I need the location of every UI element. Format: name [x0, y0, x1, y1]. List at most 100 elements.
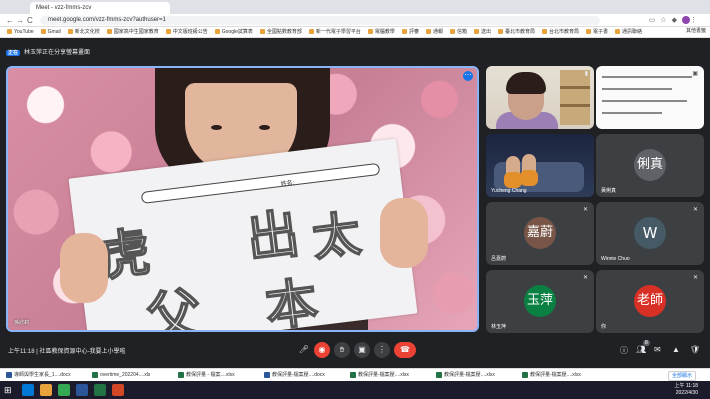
other-bookmarks[interactable]: 其他書籤 [686, 27, 706, 34]
download-item[interactable]: 教保評量 - 檔案....xlsx [178, 369, 235, 381]
file-icon [178, 371, 184, 378]
download-item[interactable]: 教保評量-檔案壓....xlsx [350, 369, 409, 381]
worksheet-character: 父 [142, 280, 207, 332]
extensions-icon[interactable]: ◆ [672, 17, 682, 24]
clock-time: 上午 11:18 [674, 383, 698, 389]
back-button[interactable]: ← [6, 16, 14, 25]
avatar: 俐真 [634, 148, 666, 181]
leave-call-button[interactable]: ☎︎ [394, 342, 416, 358]
bookmark-item[interactable]: 台北市教育局 [542, 27, 579, 37]
file-explorer-icon[interactable] [40, 384, 52, 396]
tile-self[interactable]: 老師 ✕ 你 [596, 270, 704, 333]
chat-icon[interactable]: ✉︎ [654, 345, 661, 354]
bookmark-icon [473, 29, 479, 35]
bookmark-icon [401, 29, 407, 35]
bookmark-item[interactable]: Google試算表 [214, 27, 253, 37]
mic-muted-icon: ✕ [582, 207, 588, 213]
tile-name: 林玉萍 [491, 324, 507, 330]
tile-yucheng[interactable]: Yucheng Chang [486, 134, 594, 197]
download-item[interactable]: overtime_202204....xls [92, 369, 150, 381]
download-filename: 導師與學生家長_1....docx [14, 372, 71, 378]
bookmark-icon [586, 29, 592, 35]
meeting-details-icon[interactable]: ⓘ [620, 345, 628, 356]
system-clock[interactable]: 上午 11:18 2022/4/30 [674, 383, 698, 397]
doc-line [602, 100, 687, 102]
bookmark-item[interactable]: 送出 [473, 27, 491, 37]
bookmark-label: 電腦教學 [374, 29, 395, 35]
bookmark-item[interactable]: 評審 [401, 27, 419, 37]
tile-lu[interactable]: 嘉蔚 ✕ 呂嘉蔚 [486, 202, 594, 265]
people-icon[interactable]: 👥︎ [636, 345, 646, 354]
profile-avatar[interactable] [682, 16, 690, 25]
tile-teacher-video[interactable]: ▮ [486, 66, 594, 129]
bookmark-item[interactable]: 臺北市教育局 [498, 27, 535, 37]
bookmark-item[interactable]: 信箱 [449, 27, 467, 37]
windows-start-icon[interactable]: ⊞ [4, 385, 12, 395]
avatar: 老師 [634, 284, 666, 317]
tile-options-icon[interactable]: ⋯ [463, 71, 473, 81]
present-screen-button[interactable]: ▣ [354, 342, 370, 358]
eye-right [259, 125, 270, 130]
download-filename: 教保評量-檔案壓....docx [272, 372, 325, 378]
tile-winnie[interactable]: W ✕ Winnie Chuo [596, 202, 704, 265]
raise-hand-button[interactable]: ✋︎ [334, 342, 350, 358]
url-field[interactable]: meet.google.com/vzz-fmms-zcv?authuser=1 [40, 16, 600, 25]
host-controls-icon[interactable]: 🛡︎ [690, 345, 700, 354]
meeting-controls-bar: 上午11:18 | 社區教保資源中心-我要上小學啦 🎤︎ ◉ ✋︎ ▣ ⋮ ☎︎… [0, 338, 710, 368]
activities-icon[interactable]: ▲ [672, 345, 680, 354]
bookmark-item[interactable]: YouTube [7, 27, 34, 37]
forward-button[interactable]: → [16, 16, 24, 25]
bookmark-item[interactable]: 國家高中生國家教育 [106, 27, 159, 37]
powerpoint-icon[interactable] [112, 384, 124, 396]
bookmarks-bar: YouTube Gmail 新北文化校 國家高中生國家教育 中文版班級公告 Google試… [0, 27, 710, 38]
star-icon[interactable]: ☆ [660, 17, 671, 24]
avatar: W [634, 216, 666, 249]
bookmark-item[interactable]: 新北文化校 [67, 27, 100, 37]
menu-icon[interactable]: ⋮ [690, 17, 702, 24]
camera-off-button[interactable]: ◉ [314, 342, 330, 358]
tile-lin[interactable]: 玉萍 ✕ 林玉萍 [486, 270, 594, 333]
tile-huang[interactable]: 俐真 黃俐真 [596, 134, 704, 197]
bookmark-item[interactable]: 電腦教學 [367, 27, 395, 37]
meeting-info: 上午11:18 | 社區教保資源中心-我要上小學啦 [8, 346, 125, 355]
bookmark-icon [214, 29, 220, 35]
download-item[interactable]: 教保評量-檔案壓....docx [264, 369, 325, 381]
bookmark-item[interactable]: Gmail [40, 27, 61, 37]
excel-icon[interactable] [94, 384, 106, 396]
more-options-button[interactable]: ⋮ [374, 342, 390, 358]
right-hand [380, 198, 428, 268]
doc-line [602, 112, 662, 114]
meet-window: 正在 林玉萍正在分享螢幕畫面 姓名: 虎 出 太 父 本 ⋯ 孫欣莉 ▮ ▣ Y… [0, 38, 710, 368]
show-all-downloads-button[interactable]: 全部顯示 [667, 371, 696, 381]
bookmark-item[interactable]: 電子書 [586, 27, 608, 37]
download-filename: 教保評量 - 檔案....xlsx [186, 372, 235, 378]
separator: | [36, 349, 38, 355]
file-icon [522, 371, 528, 378]
bookmark-item[interactable]: 通訊聯絡 [615, 27, 642, 37]
browser-tab[interactable]: Meet - vzz-fmms-zcv [30, 2, 170, 14]
bookmark-item[interactable]: 通報 [425, 27, 443, 37]
tile-name: 呂嘉蔚 [491, 256, 507, 262]
cast-icon[interactable]: ▭ [649, 17, 661, 24]
bookmark-item[interactable]: 中文版班級公告 [165, 27, 208, 37]
reload-button[interactable]: C [27, 16, 33, 25]
tile-screen-share[interactable]: ▣ [596, 66, 704, 129]
file-icon [350, 371, 356, 378]
word-icon[interactable] [76, 384, 88, 396]
download-item[interactable]: 導師與學生家長_1....docx [6, 369, 71, 381]
bookmark-item[interactable]: 全國點數教育部 [259, 27, 302, 37]
mic-options-icon[interactable]: 🎤︎ [296, 342, 312, 358]
chrome-icon[interactable] [58, 384, 70, 396]
main-video-tile[interactable]: 姓名: 虎 出 太 父 本 ⋯ 孫欣莉 [6, 66, 479, 332]
doc-line [602, 76, 692, 78]
bookmark-item[interactable]: 新一代電子學習平台 [308, 27, 361, 37]
search-app-icon[interactable] [22, 384, 34, 396]
bookmark-label: 評審 [408, 29, 419, 35]
download-item[interactable]: 教保評量-檔案壓....xlsx [436, 369, 495, 381]
shelf-row [560, 86, 590, 89]
meeting-title: 社區教保資源中心-我要上小學啦 [39, 349, 126, 355]
eye-left [211, 125, 222, 130]
download-item[interactable]: 教保評量-檔案壓....xlsx [522, 369, 581, 381]
bookmark-icon [165, 29, 171, 35]
bookmark-label: 國家高中生國家教育 [113, 29, 159, 35]
